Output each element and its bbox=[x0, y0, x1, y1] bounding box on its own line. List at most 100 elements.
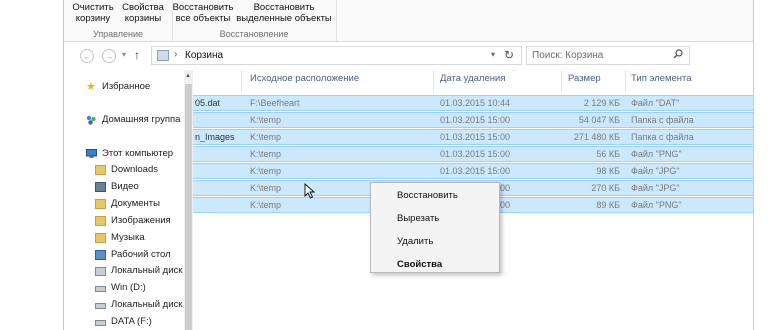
music-folder-icon bbox=[95, 233, 106, 243]
item-type-cell: Файл "JPG" bbox=[631, 183, 680, 193]
nav-item-label: Изображения bbox=[111, 215, 171, 226]
restore-all-label-line2: все объекты bbox=[175, 13, 231, 24]
nav-item-label: Музыка bbox=[111, 232, 145, 243]
bin-properties-label-line1: Свойства bbox=[122, 2, 164, 13]
restore-selected-label-line2: выделенные объекты bbox=[236, 13, 332, 24]
date-deleted-cell: 01.03.2015 15:00 bbox=[440, 132, 511, 142]
file-row[interactable]: K:\temp 01.03.2015 15:00 56 КБ Файл "PNG" bbox=[193, 146, 753, 162]
search-icon[interactable] bbox=[673, 49, 683, 59]
folder-icon bbox=[95, 165, 106, 175]
item-type-cell: Папка с файла bbox=[631, 132, 694, 142]
nav-item-label: Видео bbox=[111, 181, 139, 192]
size-cell: 54 047 КБ bbox=[578, 115, 620, 125]
search-input[interactable]: Поиск: Корзина bbox=[526, 46, 690, 65]
original-location-cell: K:\temp bbox=[250, 149, 282, 159]
context-menu-properties[interactable]: Свойства bbox=[397, 259, 442, 270]
column-separator bbox=[625, 70, 626, 92]
breadcrumb-separator: › bbox=[174, 49, 178, 60]
computer-icon bbox=[86, 149, 97, 159]
original-location-cell: F:\Beefheart bbox=[250, 98, 300, 108]
size-cell: 89 КБ bbox=[596, 200, 620, 210]
column-separator bbox=[561, 70, 562, 92]
item-type-cell: Файл "PNG" bbox=[631, 149, 682, 159]
context-menu-delete[interactable]: Удалить bbox=[397, 236, 433, 247]
bin-properties-label-line2: корзины bbox=[124, 13, 162, 24]
ribbon: Очистить корзину Свойства корзины Управл… bbox=[64, 0, 753, 42]
nav-item-label: Локальный диск bbox=[111, 265, 183, 276]
ribbon-group-label-restore: Восстановление bbox=[219, 29, 289, 39]
drive-icon bbox=[95, 267, 106, 276]
video-folder-icon bbox=[95, 182, 106, 192]
column-header-item-type[interactable]: Тип элемента bbox=[631, 73, 692, 84]
nav-item-label: Этот компьютер bbox=[102, 148, 174, 159]
date-deleted-cell: 01.03.2015 15:00 bbox=[440, 166, 511, 176]
column-separator bbox=[241, 70, 242, 92]
item-type-cell: Файл "PNG" bbox=[631, 200, 682, 210]
restore-all-button[interactable]: Восстановить все объекты bbox=[172, 2, 234, 24]
restore-selected-label-line1: Восстановить bbox=[253, 2, 315, 13]
recycle-bin-small-icon bbox=[157, 50, 169, 61]
nav-item-label: Локальный диск bbox=[111, 299, 183, 310]
empty-bin-label-line1: Очистить bbox=[72, 2, 114, 13]
column-header-original-location[interactable]: Исходное расположение bbox=[250, 73, 359, 84]
address-dropdown-icon[interactable]: ▾ bbox=[491, 50, 495, 59]
scrollbar-thumb[interactable] bbox=[185, 84, 192, 330]
forward-button[interactable]: → bbox=[102, 49, 116, 63]
restore-all-label-line1: Восстановить bbox=[172, 2, 234, 13]
column-header-size[interactable]: Размер bbox=[568, 73, 601, 84]
sort-ascending-icon: ⌃ bbox=[511, 70, 517, 76]
scroll-up-arrow-icon[interactable]: ▲ bbox=[185, 73, 191, 79]
back-button[interactable]: ← bbox=[80, 49, 94, 63]
bin-properties-button[interactable]: Свойства корзины bbox=[120, 2, 166, 24]
navigation-bar: ← → ▾ ↑ › Корзина ▾ ↻ Поиск: Корзина bbox=[64, 42, 753, 70]
original-location-cell: K:\temp bbox=[250, 115, 282, 125]
navigation-pane: ★ Избранное Домашняя группа Этот компьют… bbox=[64, 70, 184, 330]
date-deleted-cell: 01.03.2015 15:00 bbox=[440, 149, 511, 159]
date-deleted-cell: 01.03.2015 15:00 bbox=[440, 115, 511, 125]
size-cell: 2 129 КБ bbox=[583, 98, 620, 108]
size-cell: 56 КБ bbox=[596, 149, 620, 159]
empty-bin-label-line2: корзину bbox=[75, 13, 111, 24]
pictures-folder-icon bbox=[95, 216, 106, 226]
nav-item-label: Рабочий стол bbox=[111, 249, 171, 260]
file-name-cell: n_Images bbox=[195, 132, 235, 142]
ribbon-group-manage: Очистить корзину Свойства корзины Управл… bbox=[64, 0, 173, 41]
nav-item-label: Домашняя группа bbox=[102, 114, 181, 125]
empty-bin-button[interactable]: Очистить корзину bbox=[70, 2, 116, 24]
desktop-folder-icon bbox=[95, 250, 106, 260]
file-row[interactable]: K:\temp 01.03.2015 15:00 54 047 КБ Папка с … bbox=[193, 112, 753, 128]
context-menu-cut[interactable]: Вырезать bbox=[397, 213, 439, 224]
original-location-cell: K:\temp bbox=[250, 132, 282, 142]
file-row[interactable]: 05.dat F:\Beefheart 01.03.2015 10:44 2 129 … bbox=[193, 95, 753, 111]
address-bar[interactable]: › Корзина ▾ ↻ bbox=[151, 46, 522, 65]
nav-item-label: Избранное bbox=[102, 81, 151, 92]
desktop-background-right bbox=[752, 0, 770, 330]
item-type-cell: Файл "JPG" bbox=[631, 166, 680, 176]
file-row[interactable]: n_Images K:\temp 01.03.2015 15:00 271 480 К… bbox=[193, 129, 753, 145]
item-type-cell: Файл "DAT" bbox=[631, 98, 680, 108]
file-name-cell: 05.dat bbox=[195, 98, 221, 108]
original-location-cell: K:\temp bbox=[250, 166, 282, 176]
explorer-window: Очистить корзину Свойства корзины Управл… bbox=[63, 0, 754, 330]
ribbon-group-restore: Восстановить все объекты Восстановить вы… bbox=[172, 0, 337, 41]
nav-item-label: Документы bbox=[111, 198, 160, 209]
up-arrow-icon[interactable]: ↑ bbox=[134, 48, 140, 62]
size-cell: 98 КБ bbox=[596, 166, 620, 176]
refresh-icon[interactable]: ↻ bbox=[504, 48, 514, 62]
column-separator bbox=[433, 70, 434, 92]
recent-locations-chevron-icon[interactable]: ▾ bbox=[122, 50, 126, 59]
file-row[interactable]: K:\temp 01.03.2015 15:00 98 КБ Файл "JPG" bbox=[193, 163, 753, 179]
drive-icon bbox=[95, 303, 106, 309]
nav-item-label: Downloads bbox=[111, 164, 158, 175]
nav-item-label: Win (D:) bbox=[111, 282, 146, 293]
column-header-date-deleted[interactable]: Дата удаления bbox=[440, 73, 505, 84]
ribbon-group-label-manage: Управление bbox=[92, 29, 144, 39]
breadcrumb-recycle-bin[interactable]: Корзина bbox=[185, 50, 223, 61]
search-placeholder: Поиск: Корзина bbox=[532, 50, 604, 61]
context-menu-restore[interactable]: Восстановить bbox=[397, 190, 458, 201]
navigation-pane-scrollbar[interactable]: ▲ bbox=[184, 70, 193, 330]
restore-selected-button[interactable]: Восстановить выделенные объекты bbox=[234, 2, 334, 24]
item-type-cell: Папка с файла bbox=[631, 115, 694, 125]
star-icon: ★ bbox=[86, 81, 96, 93]
nav-item-label: DATA (F:) bbox=[111, 316, 152, 327]
